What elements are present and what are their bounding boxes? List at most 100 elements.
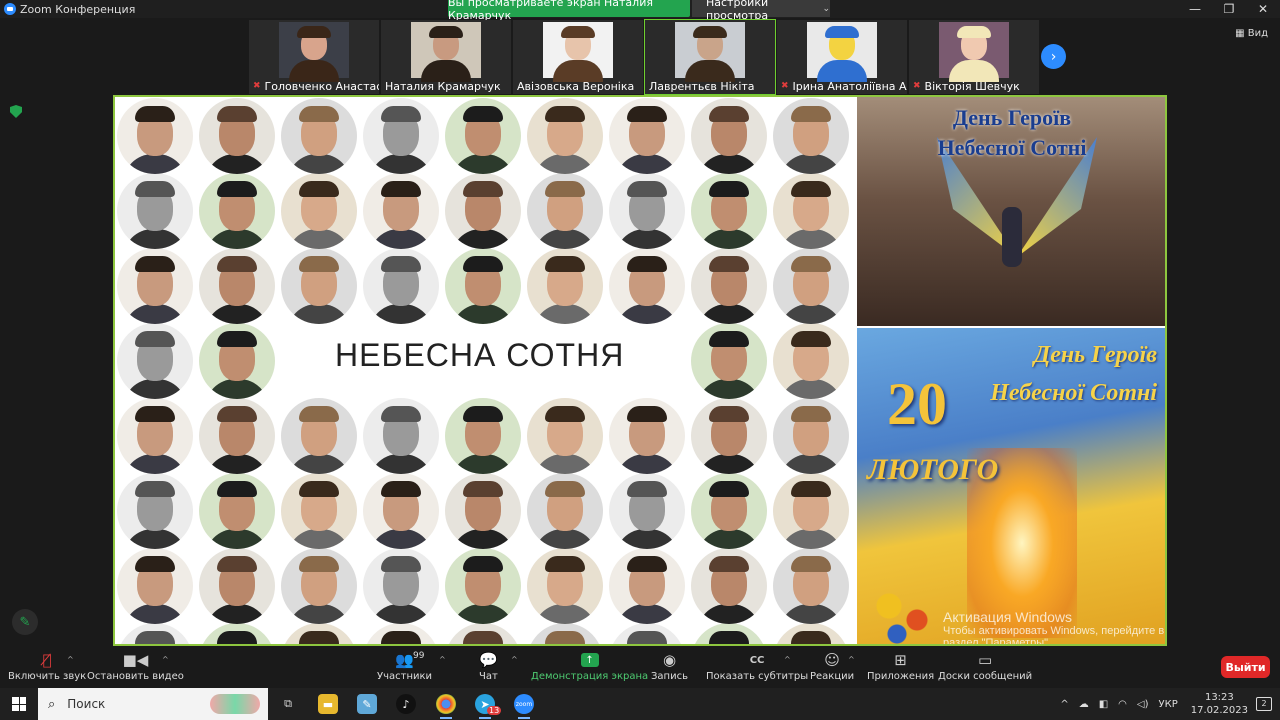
participant-tile[interactable]: Авізовська Вероніка [513, 20, 643, 94]
hero-portrait [527, 548, 603, 624]
participant-name-bar: ✖Головченко Анастасия [249, 78, 379, 94]
language-indicator[interactable]: УКР [1159, 699, 1178, 710]
hero-portrait [281, 398, 357, 474]
participant-tile[interactable]: ✖Ірина Анатоліївна Ал... [777, 20, 907, 94]
hero-portrait [199, 98, 275, 174]
onedrive-icon[interactable]: ☁ [1079, 699, 1089, 710]
hero-portrait [445, 173, 521, 249]
minimize-icon[interactable]: — [1178, 0, 1212, 18]
participant-name: Наталия Крамарчук [385, 79, 501, 93]
telegram-badge: 13 [487, 706, 502, 715]
taskbar-search[interactable]: ⌕ Поиск [38, 688, 268, 720]
restore-icon[interactable]: ❐ [1212, 0, 1246, 18]
hero-portrait [609, 398, 685, 474]
participant-video [279, 22, 349, 82]
start-button[interactable] [0, 688, 38, 720]
hero-portrait [691, 473, 767, 549]
windows-logo-icon [12, 697, 26, 711]
hero-portrait [609, 623, 685, 644]
whiteboards-button[interactable]: ▭ Доски сообщений [938, 649, 1032, 682]
hero-portrait [609, 98, 685, 174]
participant-tile[interactable]: ✖Головченко Анастасия [249, 20, 379, 94]
pencil-icon: ✎ [19, 614, 31, 630]
participant-name: Авізовська Вероніка [517, 79, 635, 93]
chrome-icon[interactable] [436, 694, 456, 719]
participant-tile[interactable]: Наталия Крамарчук [381, 20, 511, 94]
hero-portrait [199, 248, 275, 324]
file-explorer-icon[interactable]: ▬ [318, 694, 338, 714]
leave-button[interactable]: Выйти [1221, 656, 1270, 678]
hero-portrait [445, 398, 521, 474]
hero-portrait [199, 323, 275, 399]
hero-portrait [363, 473, 439, 549]
participant-name-bar: ✖Ірина Анатоліївна Ал... [777, 78, 907, 94]
reactions-button[interactable]: ☺ Реакции [810, 649, 854, 682]
clock[interactable]: 13:23 17.02.2023 [1191, 691, 1248, 717]
clock-date: 17.02.2023 [1190, 705, 1248, 716]
hero-portrait [609, 548, 685, 624]
muted-mic-icon: ✖ [253, 81, 261, 91]
app-icon[interactable]: ✎ [357, 694, 377, 714]
wifi-icon[interactable]: ◠ [1118, 699, 1127, 710]
hero-portrait [445, 473, 521, 549]
chat-label: Чат [479, 671, 498, 682]
record-icon: ◉ [662, 651, 677, 669]
stop-video-button[interactable]: ■◀ Остановить видео [87, 649, 184, 682]
participant-name-bar: Авізовська Вероніка [513, 78, 643, 94]
annotate-pencil-button[interactable]: ✎ [12, 609, 38, 635]
hero-portrait [117, 323, 193, 399]
hero-portrait [773, 398, 849, 474]
reactions-caret[interactable]: ^ [848, 655, 855, 664]
hero-portrait [691, 173, 767, 249]
chat-caret[interactable]: ^ [511, 655, 518, 664]
notifications-icon[interactable]: 2 [1256, 697, 1272, 711]
zoom-app-icon[interactable]: zoom [514, 694, 534, 719]
hero-portrait [445, 248, 521, 324]
participant-tile[interactable]: ✖ Вікторія Шевчук [909, 20, 1039, 94]
hero-portrait [527, 623, 603, 644]
unmute-button[interactable]: 🎙̸ Включить звук [8, 649, 86, 682]
chat-button[interactable]: 💬 Чат [479, 649, 498, 682]
hero-portrait [527, 98, 603, 174]
participant-strip: ✖Головченко Анастасия Наталия Крамарчук Ав… [249, 19, 1039, 95]
hero-portrait [445, 98, 521, 174]
next-participants-button[interactable]: › [1041, 44, 1066, 69]
captions-caret[interactable]: ^ [784, 655, 791, 664]
hero-portrait [773, 173, 849, 249]
view-settings-dropdown[interactable]: Настройки просмотра ⌄ [692, 0, 830, 22]
grid-icon: ▦ [1235, 28, 1248, 39]
reactions-label: Реакции [810, 671, 855, 682]
cc-icon: CC [749, 654, 765, 666]
participant-tile[interactable]: Лаврентьєв Нікіта [644, 19, 776, 95]
network-icon[interactable]: ◧ [1099, 699, 1108, 710]
angel-figure [1002, 207, 1022, 267]
hero-portrait [527, 248, 603, 324]
muted-mic-icon: ✖ [781, 81, 789, 91]
hero-portrait [281, 173, 357, 249]
record-label: Запись [651, 671, 688, 682]
apps-button[interactable]: ⊞ Приложения [867, 649, 934, 682]
share-screen-button[interactable]: ↑ Демонстрация экрана [531, 649, 648, 682]
audio-options-caret[interactable]: ^ [67, 655, 74, 664]
tray-overflow-icon[interactable]: ^ [1060, 699, 1068, 710]
security-shield-icon[interactable] [10, 105, 22, 118]
hero-portrait [199, 398, 275, 474]
hero-portrait [609, 173, 685, 249]
grid-title: НЕБЕСНА СОТНЯ [335, 337, 625, 373]
participants-caret[interactable]: ^ [439, 655, 446, 664]
volume-icon[interactable]: ◁) [1137, 699, 1149, 710]
hero-portrait [281, 248, 357, 324]
tiktok-icon[interactable]: ♪ [396, 694, 416, 714]
hero-portrait [117, 623, 193, 644]
participant-name: Вікторія Шевчук [924, 79, 1020, 93]
view-button[interactable]: ▦ Вид [1235, 28, 1268, 39]
captions-button[interactable]: CC Показать субтитры [706, 649, 808, 683]
participant-video [543, 22, 613, 82]
close-icon[interactable]: ✕ [1246, 0, 1280, 18]
hero-portrait [281, 473, 357, 549]
task-view-icon[interactable]: ⧉ [278, 694, 298, 714]
video-options-caret[interactable]: ^ [162, 655, 169, 664]
hero-portrait [199, 623, 275, 644]
record-button[interactable]: ◉ Запись [651, 649, 688, 682]
participant-video [807, 22, 877, 82]
